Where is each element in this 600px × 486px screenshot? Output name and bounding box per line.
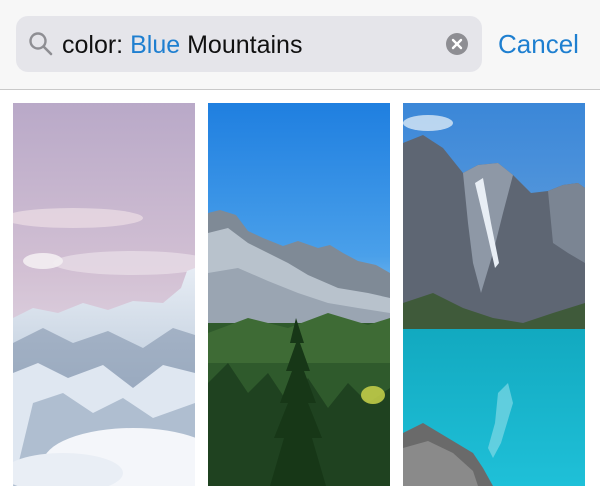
result-image-3[interactable] <box>403 103 585 486</box>
search-query[interactable]: color: Blue Mountains <box>62 30 302 60</box>
search-field[interactable]: color: Blue Mountains <box>16 16 482 72</box>
search-bar: color: Blue Mountains Cancel <box>0 0 600 90</box>
result-image-1[interactable] <box>13 103 195 486</box>
search-query-text: Mountains <box>187 31 303 59</box>
cancel-button[interactable]: Cancel <box>498 27 579 61</box>
clear-icon[interactable] <box>446 33 468 55</box>
search-token-value[interactable]: Blue <box>130 31 180 59</box>
divider <box>0 89 600 90</box>
result-image-2[interactable] <box>208 103 390 486</box>
search-icon <box>29 32 53 56</box>
search-token-label: color: <box>62 31 124 59</box>
